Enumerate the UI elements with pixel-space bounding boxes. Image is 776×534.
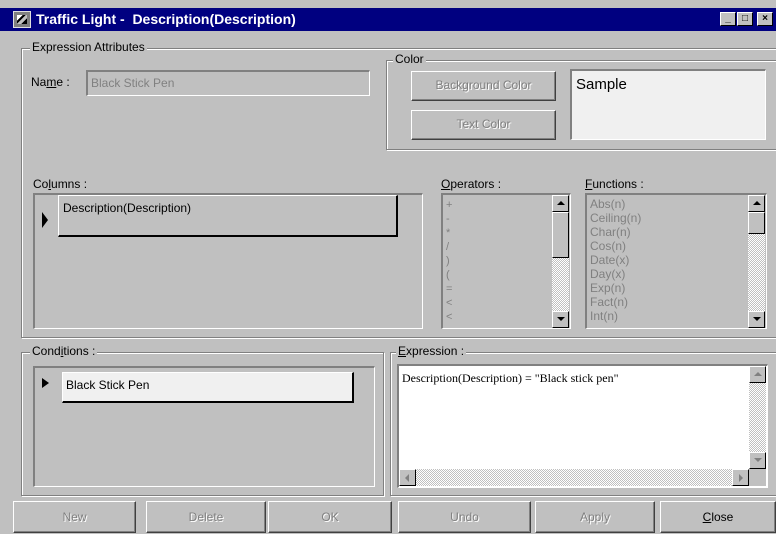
minimize-button[interactable]: _ <box>720 12 736 26</box>
conditions-item-label: Black Stick Pen <box>66 378 150 392</box>
dialog-window: Traffic Light - Description(Description)… <box>0 0 776 534</box>
operators-list-item[interactable]: ) <box>446 256 450 267</box>
title-bar[interactable]: Traffic Light - Description(Description)… <box>0 8 776 31</box>
scroll-up-arrow-icon[interactable] <box>552 195 569 212</box>
functions-list[interactable]: Abs(n) Ceiling(n) Char(n) Cos(n) Date(x)… <box>585 193 767 329</box>
functions-list-item[interactable]: Fact(n) <box>590 296 628 308</box>
expression-horizontal-scrollbar[interactable] <box>399 469 749 486</box>
scroll-down-arrow-icon[interactable] <box>749 452 766 469</box>
functions-list-item[interactable]: Char(n) <box>590 226 631 238</box>
apply-button[interactable]: Apply <box>535 501 655 533</box>
delete-button[interactable]: Delete <box>146 501 266 533</box>
scroll-right-arrow-icon[interactable] <box>732 469 749 486</box>
columns-list-item[interactable]: Description(Description) <box>58 195 398 237</box>
new-button[interactable]: New <box>13 501 136 533</box>
name-label: Name : <box>31 75 70 89</box>
operators-list-item[interactable]: < <box>446 312 452 323</box>
conditions-list[interactable]: Black Stick Pen <box>33 366 375 487</box>
expression-text-area[interactable]: Description(Description) = "Black stick … <box>397 364 768 488</box>
functions-list-item[interactable]: Exp(n) <box>590 282 625 294</box>
traffic-light-app-icon <box>13 11 31 28</box>
operators-list-item[interactable]: / <box>446 242 449 253</box>
scroll-thumb[interactable] <box>552 212 569 258</box>
color-group-label: Color <box>393 52 426 66</box>
close-button[interactable]: Close <box>660 501 776 533</box>
text-color-button[interactable]: Text Color <box>411 110 556 140</box>
conditions-label: Conditions : <box>30 344 98 358</box>
operators-list-item[interactable]: = <box>446 284 452 295</box>
conditions-list-item[interactable]: Black Stick Pen <box>62 372 354 403</box>
operators-list-item[interactable]: + <box>446 200 452 211</box>
scroll-up-arrow-icon[interactable] <box>749 366 766 383</box>
functions-list-item[interactable]: Cos(n) <box>590 240 626 252</box>
color-sample-text: Sample <box>576 76 627 93</box>
name-field-value: Black Stick Pen <box>91 76 175 90</box>
maximize-icon: □ <box>741 13 749 24</box>
functions-list-item[interactable]: Date(x) <box>590 254 629 266</box>
close-icon: × <box>762 13 768 24</box>
scroll-down-arrow-icon[interactable] <box>748 311 765 328</box>
current-row-arrow-icon <box>42 378 49 388</box>
functions-list-item[interactable]: Day(x) <box>590 268 625 280</box>
columns-list[interactable]: Description(Description) <box>33 193 423 329</box>
columns-item-label: Description(Description) <box>63 201 192 215</box>
scroll-left-arrow-icon[interactable] <box>399 469 416 486</box>
functions-list-item[interactable]: Abs(n) <box>590 198 625 210</box>
expression-attributes-label: Expression Attributes <box>30 40 147 54</box>
functions-label: Functions : <box>585 177 644 191</box>
functions-list-item[interactable]: Ceiling(n) <box>590 212 641 224</box>
scroll-thumb[interactable] <box>748 212 765 234</box>
scrollbar-corner <box>749 469 766 486</box>
close-window-button[interactable]: × <box>757 12 773 26</box>
expression-vertical-scrollbar[interactable] <box>749 366 766 469</box>
maximize-button[interactable]: □ <box>737 12 753 26</box>
operators-list-item[interactable]: * <box>446 228 450 239</box>
expression-text: Description(Description) = "Black stick … <box>402 371 619 385</box>
operators-list-item[interactable]: < <box>446 298 452 309</box>
undo-button[interactable]: Undo <box>398 501 531 533</box>
operators-list[interactable]: + - * / ) ( = < < <box>441 193 571 329</box>
ok-button[interactable]: OK <box>268 501 392 533</box>
minimize-icon: _ <box>725 13 731 24</box>
columns-label: Columns : <box>33 177 88 191</box>
current-row-arrow-icon <box>42 212 48 228</box>
functions-list-item[interactable]: Int(n) <box>590 310 618 322</box>
operators-list-item[interactable]: ( <box>446 270 450 281</box>
scroll-up-arrow-icon[interactable] <box>748 195 765 212</box>
background-color-button[interactable]: Background Color <box>411 71 556 101</box>
color-sample-box: Sample <box>570 69 766 140</box>
operators-label: Operators : <box>441 177 502 191</box>
operators-scrollbar[interactable] <box>552 195 569 328</box>
name-field[interactable]: Black Stick Pen <box>86 70 370 96</box>
operators-list-item[interactable]: - <box>446 214 450 225</box>
window-title: Traffic Light - Description(Description) <box>36 11 296 27</box>
expression-label: Expression : <box>396 344 467 358</box>
scroll-down-arrow-icon[interactable] <box>552 311 569 328</box>
functions-scrollbar[interactable] <box>748 195 765 328</box>
